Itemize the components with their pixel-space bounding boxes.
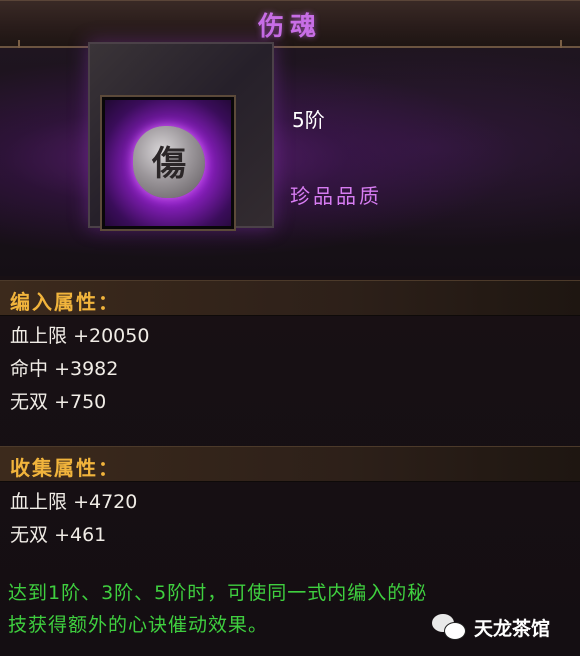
stat-value: +4720 bbox=[73, 491, 138, 513]
item-quality: 珍品品质 bbox=[290, 184, 382, 208]
watermark-text: 天龙茶馆 bbox=[474, 617, 551, 640]
stat-value: +750 bbox=[54, 391, 107, 413]
stat-value: +461 bbox=[54, 524, 107, 546]
stat-row: 无双 +750 bbox=[10, 387, 106, 414]
wechat-icon bbox=[432, 614, 466, 640]
stat-name: 无双 bbox=[10, 391, 49, 413]
stat-row: 命中 +3982 bbox=[10, 354, 118, 381]
stone-glyph: 傷 bbox=[152, 144, 186, 184]
stat-row: 血上限 +4720 bbox=[10, 487, 137, 514]
item-tooltip-panel: 伤魂 傷 5阶 珍品品质 编入属性： 血上限 +20050 命中 +3982 无… bbox=[0, 0, 580, 656]
item-showcase bbox=[0, 48, 580, 276]
stat-row: 血上限 +20050 bbox=[10, 321, 149, 348]
embed-attributes-header: 编入属性： bbox=[0, 280, 580, 316]
stat-value: +3982 bbox=[54, 358, 119, 380]
item-icon-slot[interactable]: 傷 bbox=[100, 95, 236, 231]
watermark: 天龙茶馆 bbox=[432, 612, 550, 642]
stat-name: 无双 bbox=[10, 524, 49, 546]
item-title: 伤魂 bbox=[257, 12, 322, 42]
stat-name: 命中 bbox=[10, 358, 49, 380]
stat-row: 无双 +461 bbox=[10, 520, 106, 547]
stat-value: +20050 bbox=[73, 325, 150, 347]
collect-attributes-title: 收集属性： bbox=[10, 456, 120, 480]
item-tier: 5阶 bbox=[292, 108, 325, 132]
stat-name: 血上限 bbox=[10, 325, 68, 347]
embed-attributes-title: 编入属性： bbox=[10, 290, 120, 314]
stat-name: 血上限 bbox=[10, 491, 68, 513]
collect-attributes-header: 收集属性： bbox=[0, 446, 580, 482]
title-bar: 伤魂 bbox=[0, 0, 580, 48]
effect-description-line: 达到1阶、3阶、5阶时，可使同一式内编入的秘 bbox=[8, 582, 428, 604]
